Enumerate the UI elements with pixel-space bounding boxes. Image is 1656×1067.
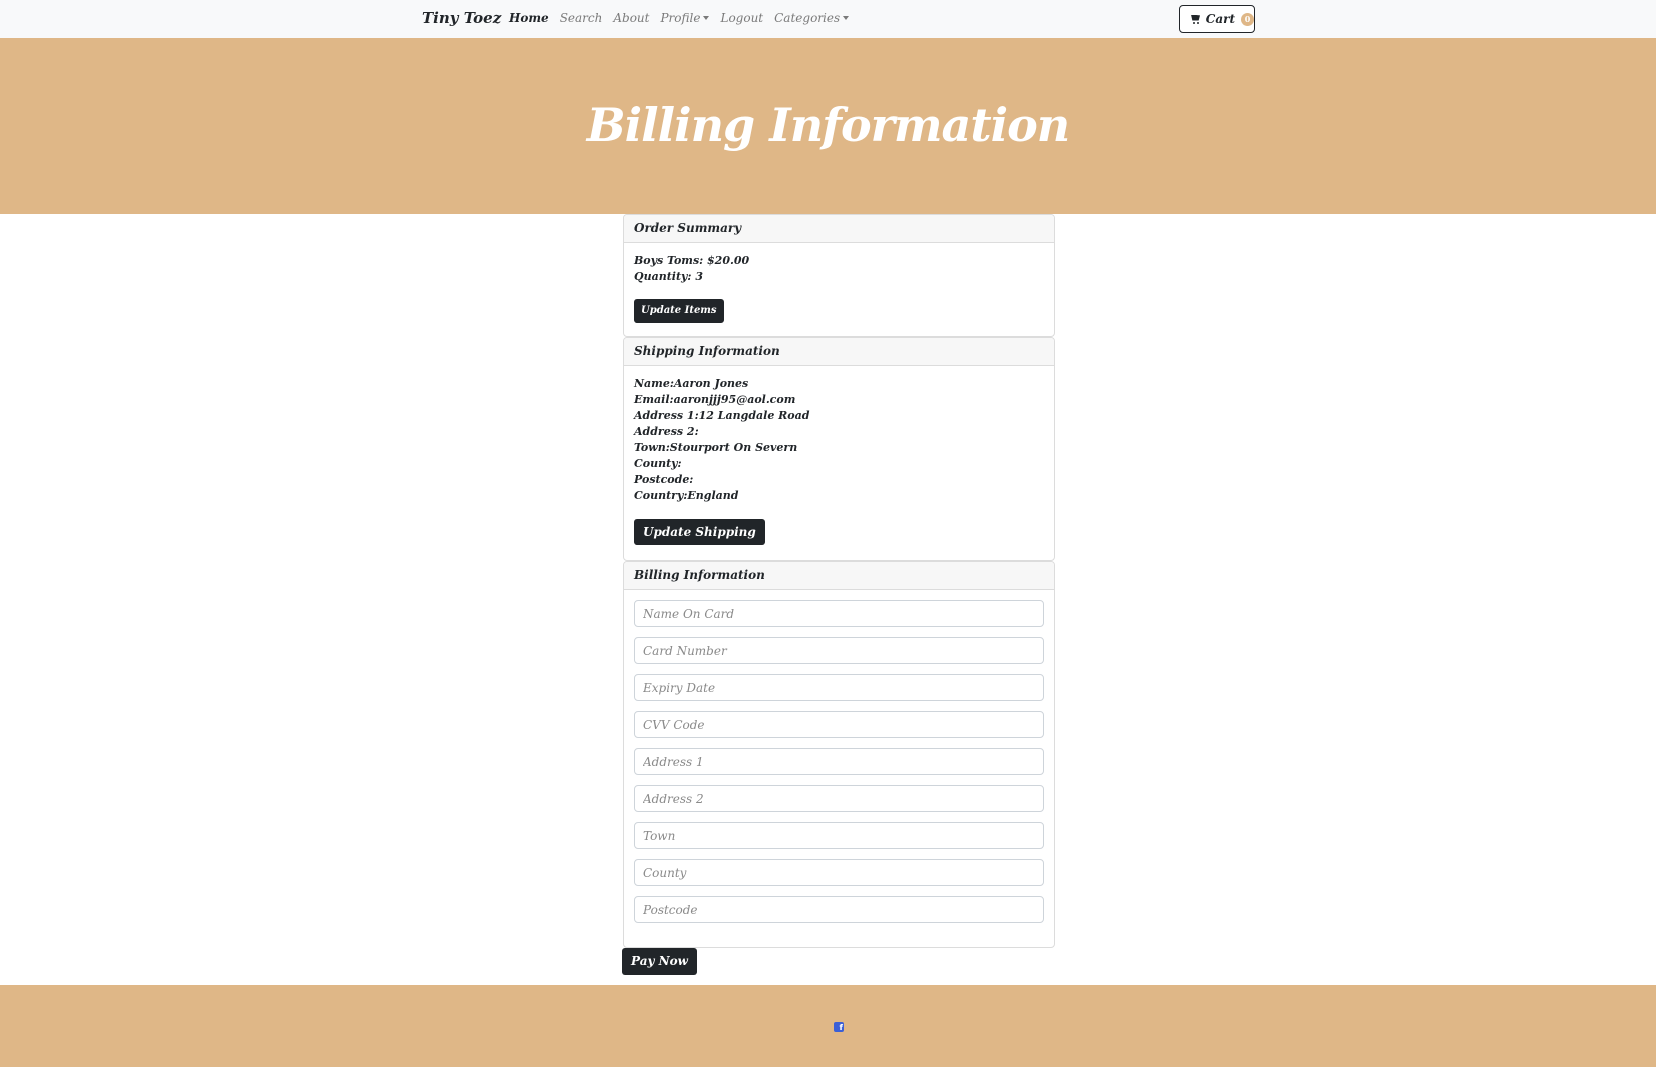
cart-label: Cart xyxy=(1205,12,1235,26)
shipping-country: Country:England xyxy=(634,489,739,502)
shipping-postcode: Postcode: xyxy=(634,473,694,486)
shipping-email: Email:aaronjjj95@aol.com xyxy=(634,393,796,406)
cart-button[interactable]: Cart 0 xyxy=(1179,5,1255,33)
nav-categories-dropdown[interactable]: Categories xyxy=(774,11,850,25)
shipping-info-card: Shipping Information Name:Aaron Jones Em… xyxy=(623,337,1055,561)
billing-address-1-field[interactable] xyxy=(634,748,1044,775)
nav-categories-label: Categories xyxy=(774,11,841,25)
chevron-down-icon xyxy=(843,16,850,20)
nav-about[interactable]: About xyxy=(613,11,649,25)
shipping-address-2: Address 2: xyxy=(634,425,699,438)
chevron-down-icon xyxy=(703,16,710,20)
navbar: Tiny Toez Home Search About Profile Logo… xyxy=(0,0,1656,38)
shipping-name: Name:Aaron Jones xyxy=(634,377,749,390)
billing-form xyxy=(624,590,1054,943)
brand-logo[interactable]: Tiny Toez xyxy=(422,9,501,27)
footer: f xyxy=(0,985,1656,1067)
order-item: Boys Toms: $20.00 xyxy=(634,254,750,267)
page-title: Billing Information xyxy=(586,98,1070,152)
nav-logout[interactable]: Logout xyxy=(720,11,763,25)
cvv-code-field[interactable] xyxy=(634,711,1044,738)
shipping-county: County: xyxy=(634,457,682,470)
billing-town-field[interactable] xyxy=(634,822,1044,849)
billing-county-field[interactable] xyxy=(634,859,1044,886)
card-number-field[interactable] xyxy=(634,637,1044,664)
shipping-address-1: Address 1:12 Langdale Road xyxy=(634,409,810,422)
order-summary-body: Boys Toms: $20.00 Quantity: 3 Update Ite… xyxy=(624,243,1054,333)
shipping-info-header: Shipping Information xyxy=(624,338,1054,366)
facebook-icon[interactable]: f xyxy=(834,1022,844,1032)
name-on-card-field[interactable] xyxy=(634,600,1044,627)
expiry-date-field[interactable] xyxy=(634,674,1044,701)
billing-address-2-field[interactable] xyxy=(634,785,1044,812)
pay-now-button[interactable]: Pay Now xyxy=(622,948,697,975)
billing-info-card: Billing Information xyxy=(623,561,1055,948)
order-quantity: Quantity: 3 xyxy=(634,270,703,283)
billing-postcode-field[interactable] xyxy=(634,896,1044,923)
cart-icon xyxy=(1190,15,1200,24)
hero-banner: Billing Information xyxy=(0,38,1656,214)
update-items-button[interactable]: Update Items xyxy=(634,299,724,323)
nav-search[interactable]: Search xyxy=(560,11,603,25)
nav-profile-label: Profile xyxy=(660,11,701,25)
update-shipping-button[interactable]: Update Shipping xyxy=(634,519,765,545)
shipping-info-body: Name:Aaron Jones Email:aaronjjj95@aol.co… xyxy=(624,366,1054,555)
nav-profile-dropdown[interactable]: Profile xyxy=(660,11,710,25)
nav-links: Home Search About Profile Logout Categor… xyxy=(509,11,850,25)
shipping-town: Town:Stourport On Severn xyxy=(634,441,798,454)
order-summary-header: Order Summary xyxy=(624,215,1054,243)
order-summary-card: Order Summary Boys Toms: $20.00 Quantity… xyxy=(623,214,1055,337)
cart-count-badge: 0 xyxy=(1241,12,1254,26)
nav-home[interactable]: Home xyxy=(509,11,549,25)
billing-info-header: Billing Information xyxy=(624,562,1054,590)
